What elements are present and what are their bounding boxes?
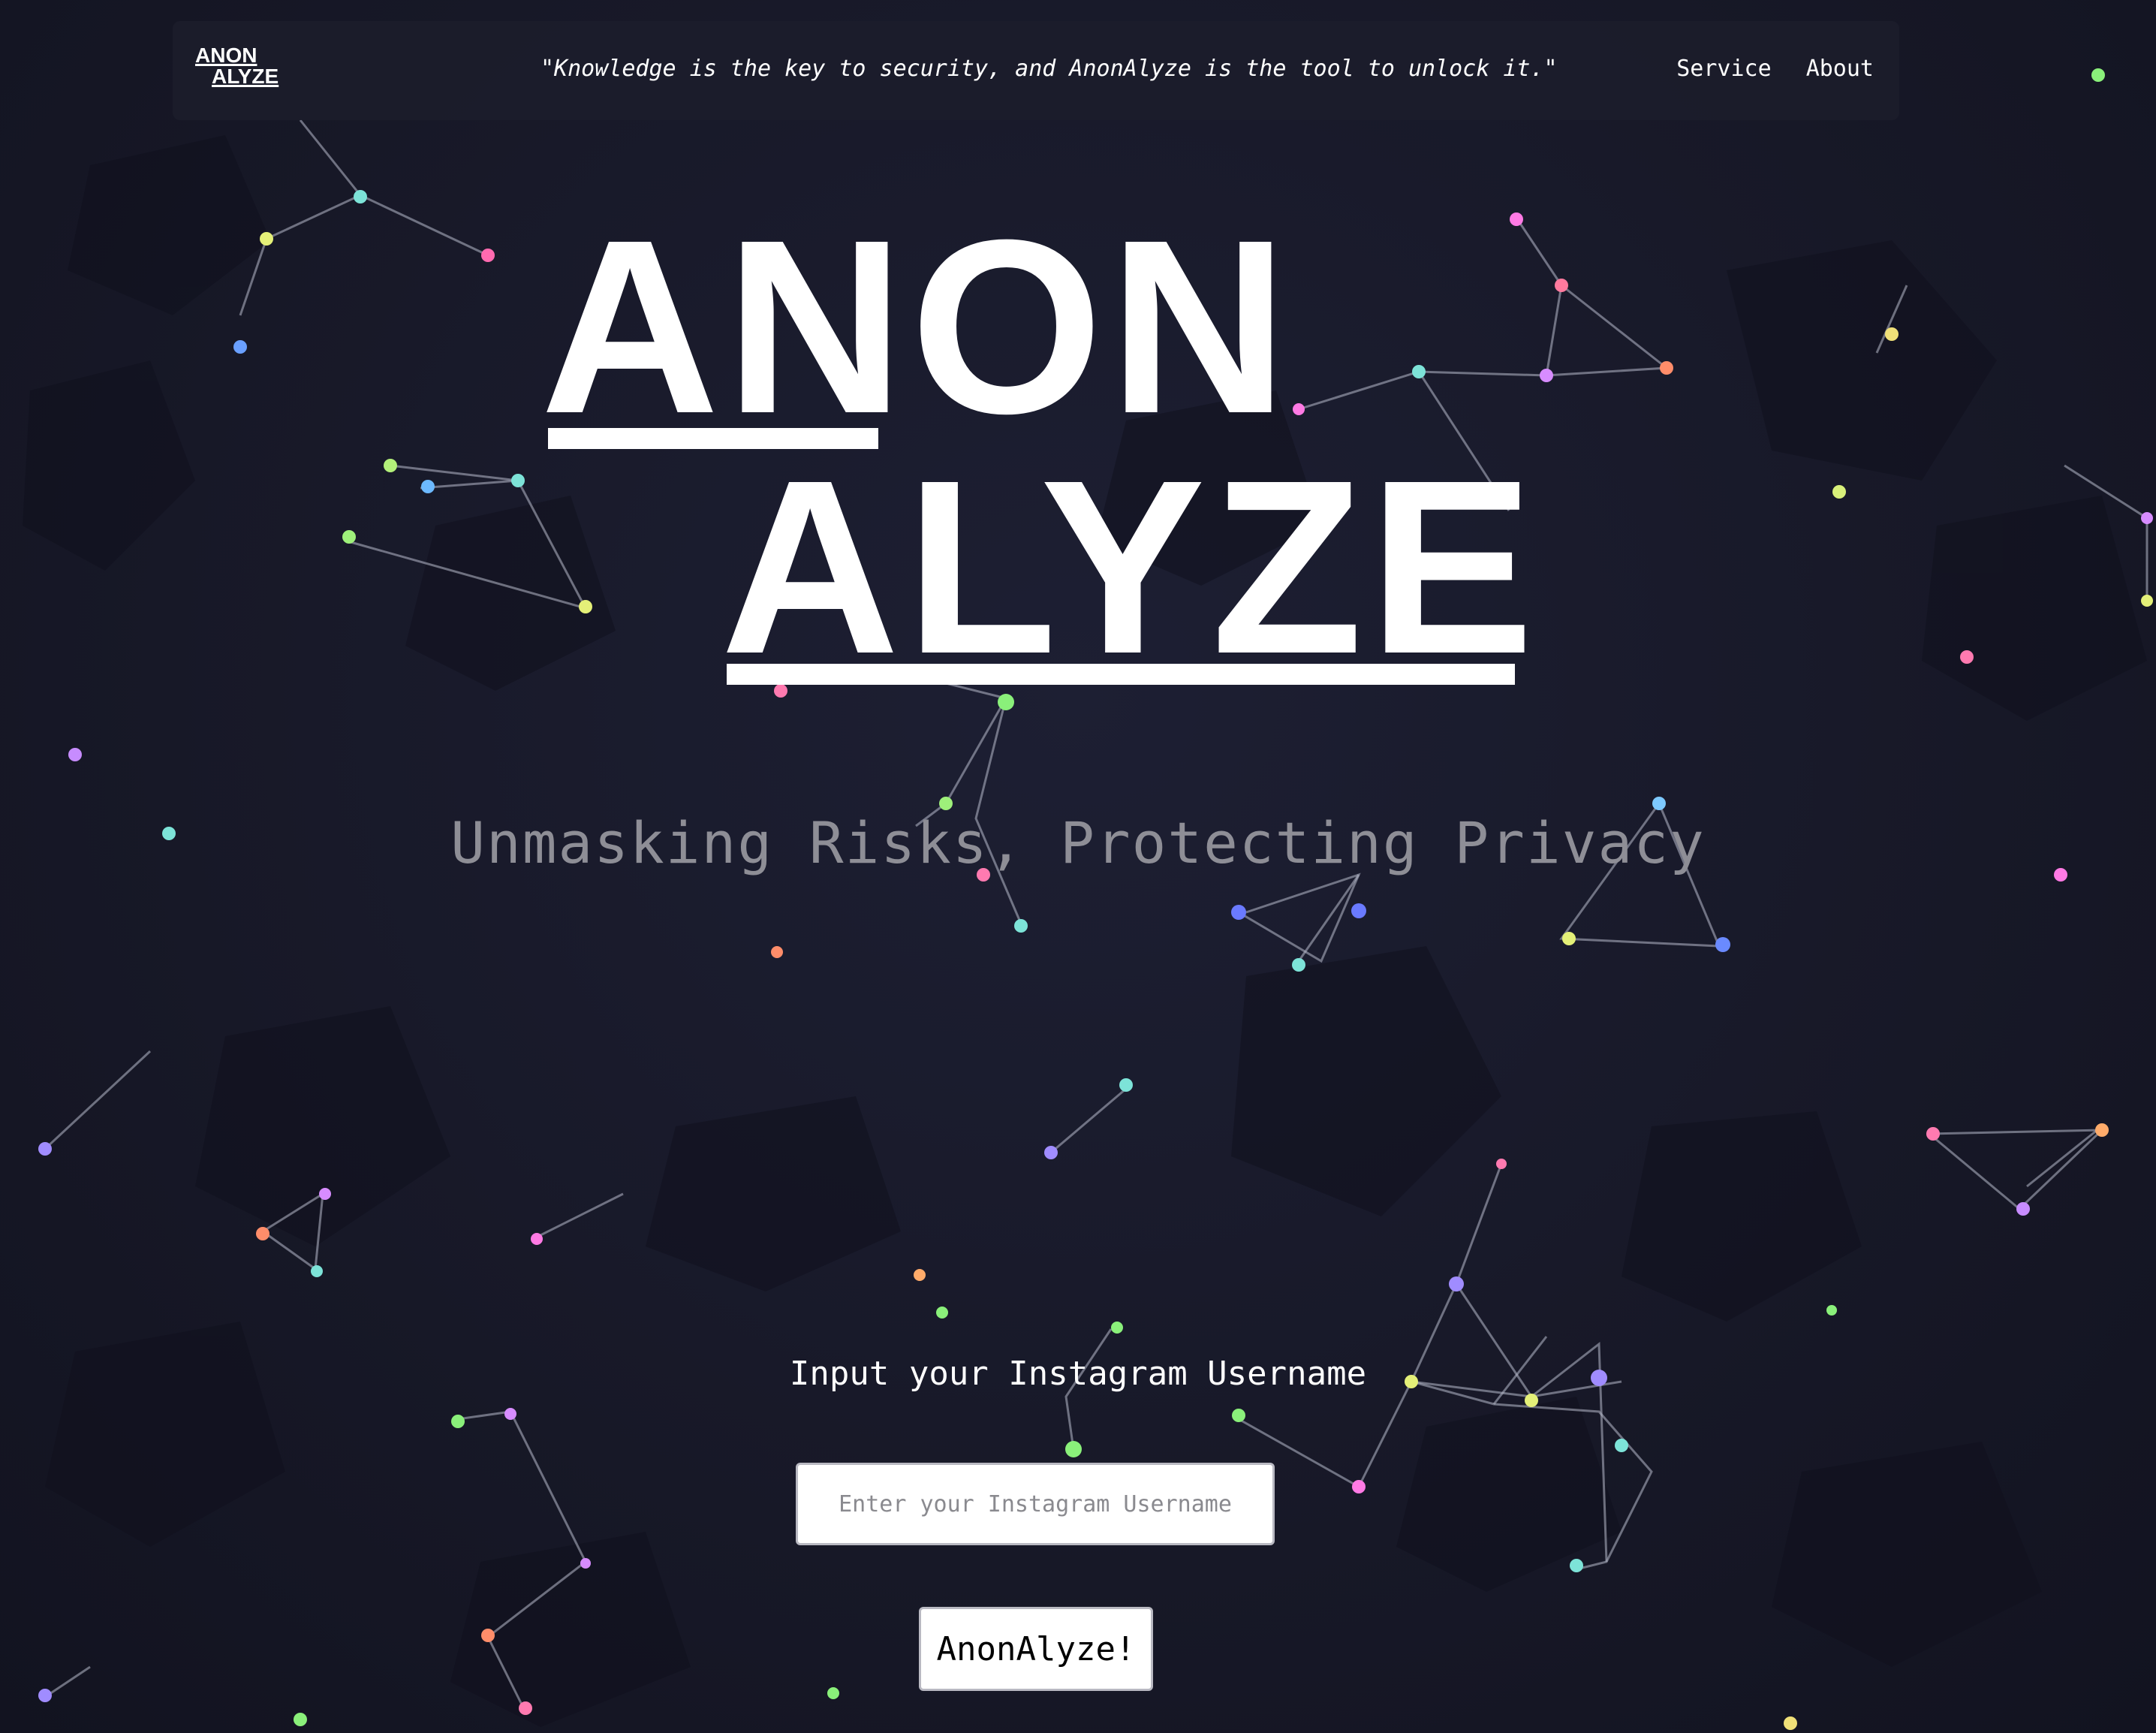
username-label: Input your Instagram Username: [789, 1355, 1367, 1393]
nav-logo-line1: ANON: [195, 44, 257, 67]
nav-logo[interactable]: ANON ALYZE: [195, 45, 279, 87]
nav-quote: "Knowledge is the key to security, and A…: [541, 56, 1558, 82]
hero-logo-line1: ANON: [541, 188, 1294, 465]
nav-links: Service About: [1676, 56, 1874, 82]
top-navbar: ANON ALYZE "Knowledge is the key to secu…: [173, 21, 1899, 120]
hero-logo-line2: ALYZE: [721, 428, 1540, 705]
page: ANON ALYZE "Knowledge is the key to secu…: [0, 0, 2156, 1733]
hero-tagline: Unmasking Risks, Protecting Privacy: [450, 809, 1706, 876]
nav-logo-line2: ALYZE: [212, 65, 279, 88]
hero-logo: ANON ALYZE: [541, 188, 1534, 698]
username-input[interactable]: [796, 1463, 1275, 1545]
hero-logo-underline-2: [727, 664, 1515, 685]
nav-link-about[interactable]: About: [1806, 56, 1874, 82]
anonalyze-button[interactable]: AnonAlyze!: [919, 1607, 1153, 1691]
nav-link-service[interactable]: Service: [1676, 56, 1771, 82]
